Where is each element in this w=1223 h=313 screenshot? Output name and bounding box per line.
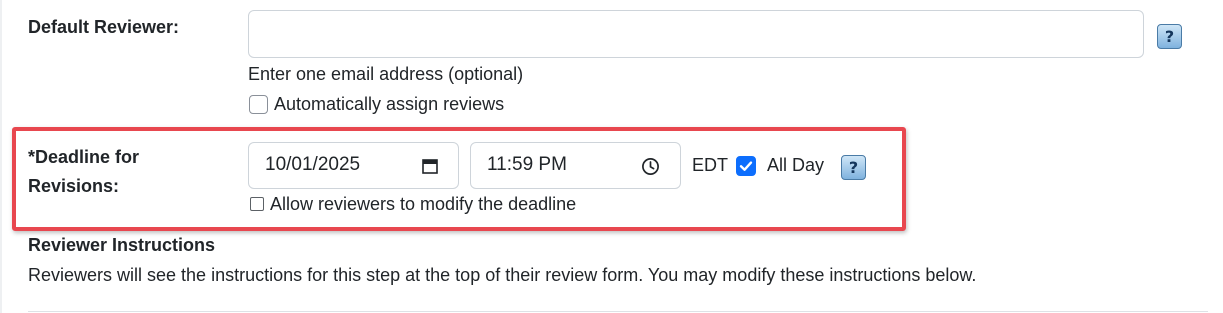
default-reviewer-help-icon[interactable]: ? (1157, 24, 1182, 49)
section-divider (28, 311, 1208, 312)
deadline-label-line1: *Deadline for (28, 147, 140, 167)
clock-icon[interactable] (641, 157, 660, 181)
timezone-label: EDT (692, 155, 728, 175)
default-reviewer-label: Default Reviewer: (28, 17, 180, 37)
reviewer-instructions-text: Reviewers will see the instructions for … (28, 265, 977, 285)
deadline-label-line2: Revisions: (28, 176, 120, 196)
deadline-highlight-box (12, 127, 906, 231)
panel-left-border (0, 0, 2, 313)
deadline-time-input[interactable]: 11:59 PM (470, 142, 681, 189)
auto-assign-checkbox[interactable] (249, 95, 268, 114)
all-day-label: All Day (767, 155, 825, 175)
deadline-date-value: 10/01/2025 (265, 154, 361, 175)
auto-assign-label: Automatically assign reviews (274, 94, 505, 114)
allow-modify-deadline-checkbox[interactable] (250, 197, 264, 211)
allow-modify-deadline-label: Allow reviewers to modify the deadline (270, 194, 577, 214)
deadline-time-value: 11:59 PM (487, 154, 567, 175)
calendar-icon[interactable] (421, 157, 439, 180)
all-day-checkbox[interactable] (736, 156, 756, 176)
deadline-help-icon[interactable]: ? (841, 155, 866, 180)
default-reviewer-hint: Enter one email address (optional) (248, 64, 524, 84)
reviewer-instructions-heading: Reviewer Instructions (28, 235, 216, 255)
default-reviewer-email-input[interactable] (248, 10, 1144, 58)
deadline-date-input[interactable]: 10/01/2025 (248, 142, 459, 189)
checkmark-icon (739, 161, 753, 171)
